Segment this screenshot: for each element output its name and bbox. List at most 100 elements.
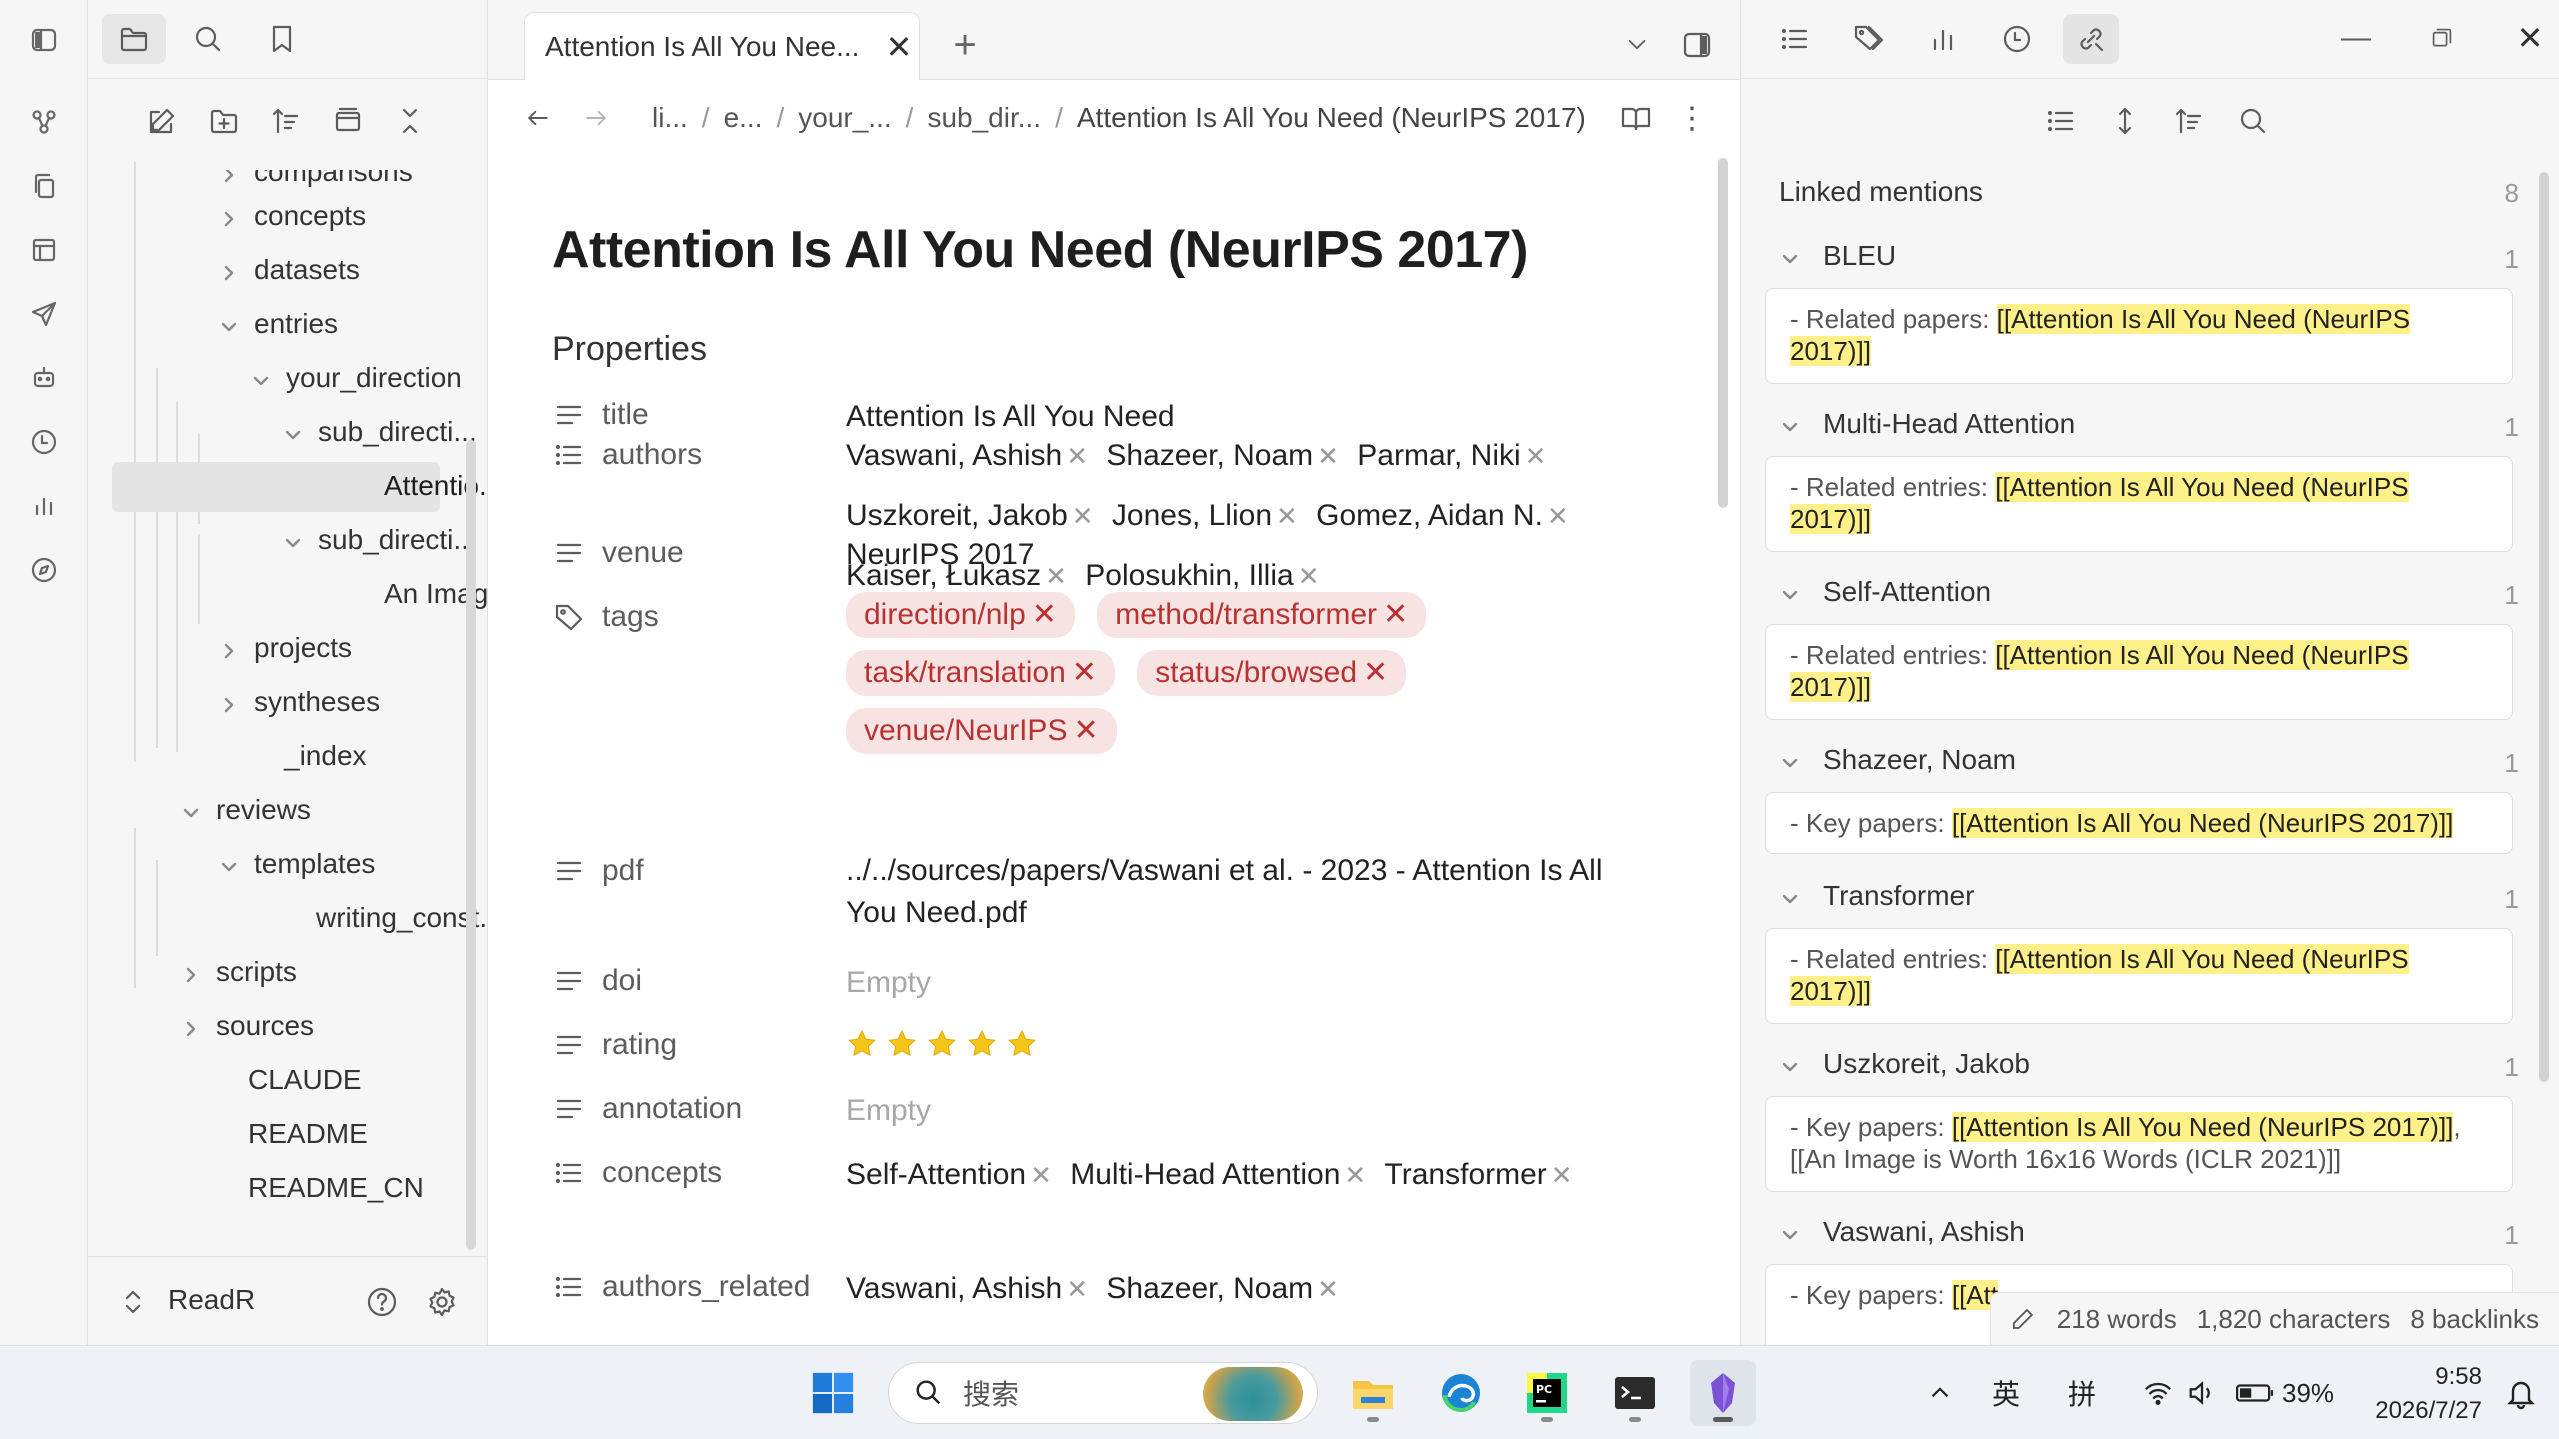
mention-group-header[interactable]: Transformer	[1779, 880, 1974, 912]
files-tab-icon[interactable]	[102, 14, 166, 64]
remove-x-icon[interactable]: ✕	[1344, 1160, 1366, 1190]
tag-pill[interactable]: direction/nlp ✕	[846, 592, 1075, 638]
linked-mentions-heading[interactable]: Linked mentions	[1779, 176, 1983, 208]
chevron-down-icon[interactable]	[218, 313, 240, 335]
timeline-tab-icon[interactable]	[1989, 14, 2045, 64]
sort-icon[interactable]	[254, 96, 318, 146]
ime-mode-indicator[interactable]: 英	[1992, 1346, 2020, 1439]
tree-folder[interactable]: reviews	[180, 786, 311, 834]
chevron-down-icon[interactable]	[1779, 749, 1801, 771]
author-pill[interactable]: Shazeer, Noam ✕	[1106, 426, 1339, 486]
remove-x-icon[interactable]: ✕	[1032, 598, 1057, 631]
rating-star-icon[interactable]	[926, 1028, 958, 1072]
breadcrumb-item[interactable]: your_...	[798, 102, 891, 134]
property-value-doi[interactable]: Empty	[846, 962, 1646, 1004]
property-key-annotation[interactable]: annotation	[552, 1092, 742, 1126]
chevron-down-icon[interactable]	[1779, 245, 1801, 267]
collapse-panel-icon[interactable]	[316, 96, 380, 146]
search-tab-icon[interactable]	[176, 14, 240, 64]
stats-icon[interactable]	[18, 480, 70, 532]
chevron-down-icon[interactable]	[1779, 1221, 1801, 1243]
edge-browser-icon[interactable]	[1428, 1360, 1494, 1426]
chevron-down-icon[interactable]	[1779, 885, 1801, 907]
graph-view-icon[interactable]	[18, 96, 70, 148]
remove-x-icon[interactable]: ✕	[1551, 1160, 1573, 1190]
settings-gear-icon[interactable]	[422, 1282, 462, 1322]
obsidian-app-icon[interactable]	[1690, 1360, 1756, 1426]
chevron-down-icon[interactable]	[1779, 581, 1801, 603]
rating-star-icon[interactable]	[1006, 1028, 1038, 1072]
rating-star-icon[interactable]	[886, 1028, 918, 1072]
notification-bell-icon[interactable]	[2504, 1346, 2538, 1439]
clock[interactable]: 9:58 2026/7/27	[2358, 1360, 2482, 1428]
edit-pencil-icon[interactable]	[2009, 1304, 2037, 1334]
property-key-venue[interactable]: venue	[552, 536, 684, 570]
concept-pill[interactable]: Self-Attention ✕	[846, 1154, 1052, 1196]
bookmarks-tab-icon[interactable]	[250, 14, 314, 64]
terminal-app-icon[interactable]	[1602, 1360, 1668, 1426]
tray-overflow-chevron-icon[interactable]	[1926, 1346, 1954, 1439]
remove-x-icon[interactable]: ✕	[1030, 1160, 1052, 1190]
property-key-concepts[interactable]: concepts	[552, 1156, 722, 1190]
remove-x-icon[interactable]: ✕	[1383, 598, 1408, 631]
send-icon[interactable]	[18, 288, 70, 340]
tag-pill[interactable]: status/browsed ✕	[1137, 650, 1407, 696]
window-restore-icon[interactable]	[2417, 18, 2467, 58]
tree-folder[interactable]: your_direction	[250, 354, 462, 402]
chevron-right-icon[interactable]	[218, 691, 240, 713]
tag-pill[interactable]: venue/NeurIPS ✕	[846, 708, 1117, 754]
editor-scrollbar[interactable]	[1718, 158, 1728, 508]
property-value-annotation[interactable]: Empty	[846, 1090, 1646, 1132]
page-title[interactable]: Attention Is All You Need (NeurIPS 2017)	[552, 220, 1528, 280]
remove-x-icon[interactable]: ✕	[1066, 1274, 1088, 1304]
property-value-authors-related[interactable]: Vaswani, Ashish ✕ Shazeer, Noam ✕	[846, 1268, 1646, 1310]
chevron-down-icon[interactable]	[282, 421, 304, 443]
time-icon[interactable]	[18, 416, 70, 468]
tree-folder[interactable]: entries	[218, 300, 338, 348]
sidebar-scrollbar[interactable]	[466, 440, 476, 1250]
tree-folder[interactable]: templates	[218, 840, 375, 888]
mention-context-card[interactable]: - Related entries: [[Attention Is All Yo…	[1765, 928, 2513, 1024]
mention-context-card[interactable]: - Related papers: [[Attention Is All You…	[1765, 288, 2513, 384]
toggle-left-sidebar-icon[interactable]	[18, 14, 70, 66]
backlinks-scrollbar[interactable]	[2539, 172, 2549, 1082]
search-filter-icon[interactable]	[2225, 96, 2281, 146]
window-minimize-icon[interactable]: —	[2331, 18, 2381, 58]
battery-indicator[interactable]: 39%	[2234, 1346, 2334, 1439]
chevron-right-icon[interactable]	[218, 259, 240, 281]
property-key-authors[interactable]: authors	[552, 438, 702, 472]
help-icon[interactable]	[362, 1282, 402, 1322]
property-key-title[interactable]: title	[552, 398, 649, 432]
file-explorer-app-icon[interactable]	[1340, 1360, 1406, 1426]
rating-star-icon[interactable]	[846, 1028, 878, 1072]
stats-tab-icon[interactable]	[1915, 14, 1971, 64]
author-pill[interactable]: Shazeer, Noam ✕	[1106, 1268, 1339, 1310]
author-pill[interactable]: Vaswani, Ashish ✕	[846, 1268, 1088, 1310]
chevron-right-icon[interactable]	[218, 205, 240, 227]
mention-group-header[interactable]: BLEU	[1779, 240, 1896, 272]
property-value-concepts[interactable]: Self-Attention ✕ Multi-Head Attention ✕ Tr…	[846, 1154, 1646, 1196]
author-pill[interactable]: Vaswani, Ashish ✕	[846, 426, 1088, 486]
property-key-pdf[interactable]: pdf	[552, 854, 644, 888]
forward-arrow-icon[interactable]	[572, 94, 620, 142]
property-value-rating-stars[interactable]	[846, 1028, 1646, 1072]
breadcrumb-current[interactable]: Attention Is All You Need (NeurIPS 2017)	[1077, 102, 1586, 134]
tree-folder[interactable]: sub_directi...	[282, 516, 477, 564]
outline-tab-icon[interactable]	[1767, 14, 1823, 64]
mention-context-card[interactable]: - Related entries: [[Attention Is All Yo…	[1765, 456, 2513, 552]
copy-icon[interactable]	[18, 160, 70, 212]
property-key-authors-related[interactable]: authors_related	[552, 1270, 810, 1304]
tab-active-note[interactable]: Attention Is All You Nee... ✕	[524, 12, 920, 80]
tree-folder[interactable]: projects	[218, 624, 352, 672]
remove-x-icon[interactable]: ✕	[1363, 656, 1388, 689]
volume-icon[interactable]	[2186, 1346, 2218, 1439]
property-value-authors[interactable]: Vaswani, Ashish ✕ Shazeer, Noam ✕ Parmar, …	[846, 426, 1646, 606]
chevron-down-icon[interactable]	[1779, 1053, 1801, 1075]
remove-x-icon[interactable]: ✕	[1317, 441, 1339, 471]
sort-order-icon[interactable]	[2161, 96, 2217, 146]
chevron-down-icon[interactable]	[250, 367, 272, 389]
remove-x-icon[interactable]: ✕	[1317, 1274, 1339, 1304]
remove-x-icon[interactable]: ✕	[1066, 441, 1088, 471]
robot-icon[interactable]	[18, 352, 70, 404]
property-value-venue[interactable]: NeurIPS 2017	[846, 534, 1646, 576]
